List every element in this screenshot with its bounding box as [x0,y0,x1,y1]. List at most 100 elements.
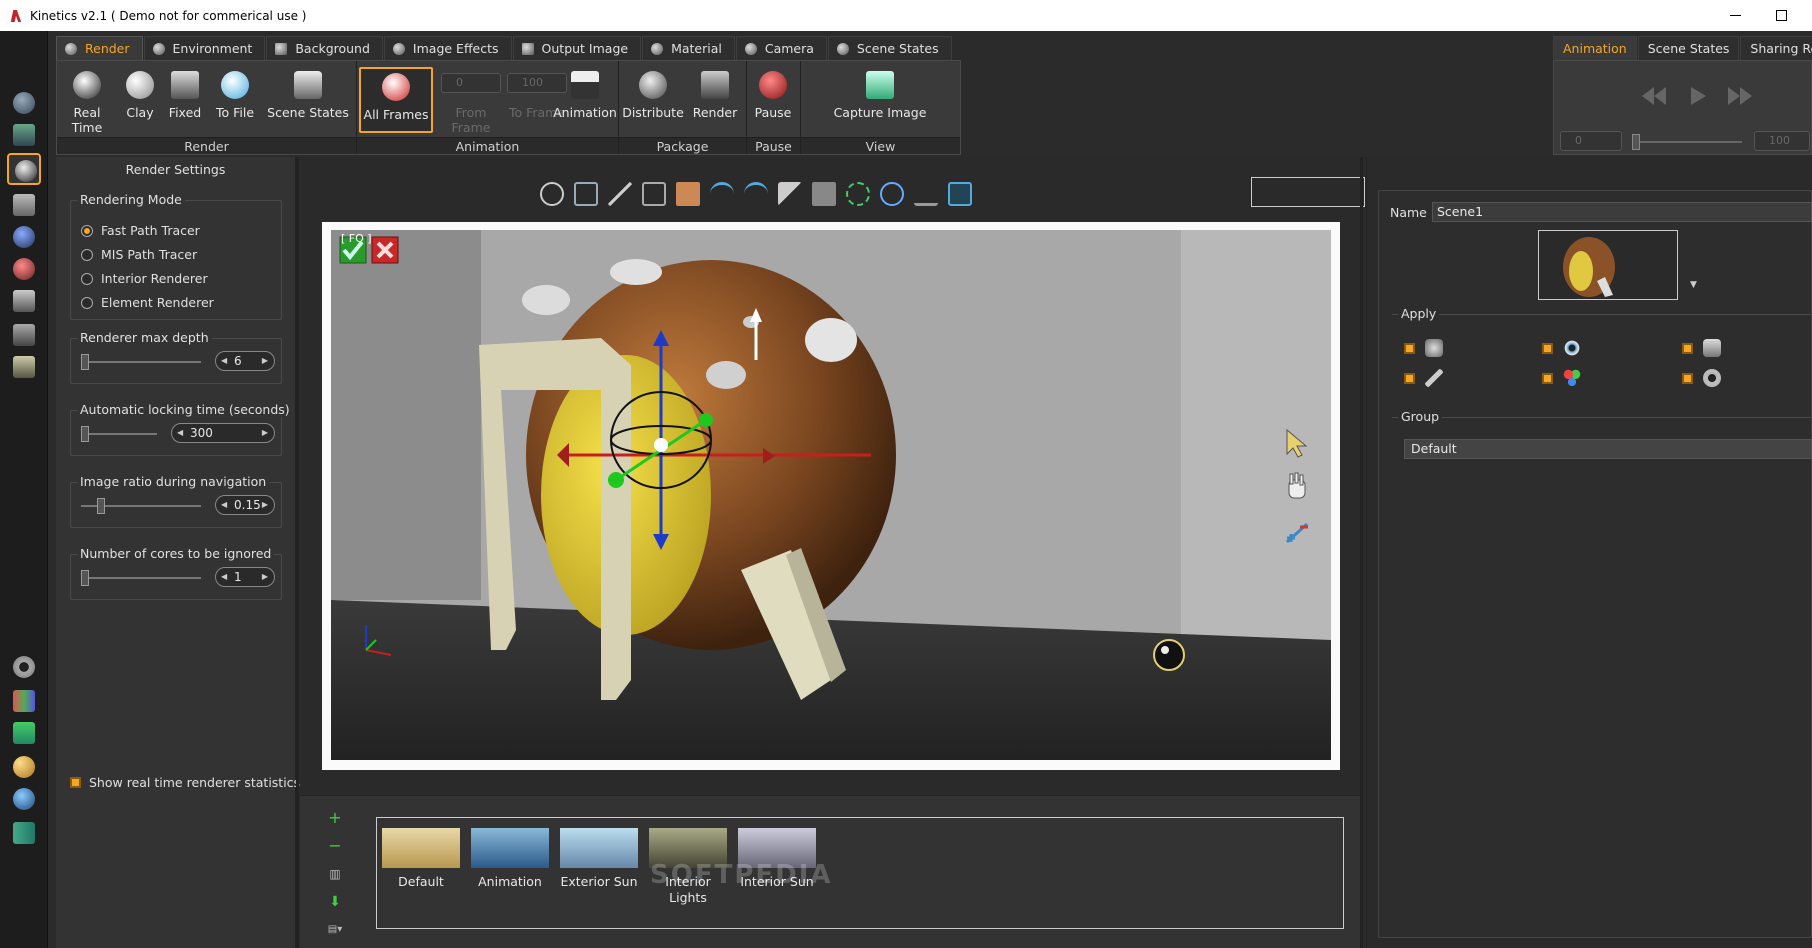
tab-output-image[interactable]: Output Image [512,36,642,60]
preset-menu-icon[interactable]: ▤▾ [325,920,345,940]
maximize-button[interactable] [1758,0,1804,31]
settings-tool-button[interactable] [7,651,41,683]
timeline-slider-thumb[interactable] [1632,134,1640,150]
pick-tool-icon[interactable] [608,182,632,206]
license-tool-button[interactable] [7,751,41,783]
tab-environment[interactable]: Environment [143,36,266,60]
image-ratio-spinbox[interactable]: ◀ 0.15 ▶ [215,495,275,515]
apply-material-toggle[interactable] [1542,369,1581,387]
show-stats-checkbox[interactable]: Show real time renderer statistics [70,775,300,790]
scene-tool-button[interactable] [7,119,41,151]
select-arrow-icon[interactable] [778,182,802,206]
radio-interior-renderer[interactable]: Interior Renderer [81,271,208,286]
select-pointer-icon[interactable] [1283,428,1311,458]
tab-render[interactable]: Render [56,36,143,60]
transfer-tool-button[interactable] [7,717,41,749]
to-file-button[interactable]: To File [209,67,261,133]
decrement-arrow-icon[interactable]: ◀ [221,352,227,370]
download-preset-icon[interactable]: ⬇ [325,892,345,912]
preset-exterior-sun[interactable]: Exterior Sun [559,828,639,890]
environment-tool-button[interactable] [7,221,41,253]
clay-button[interactable]: Clay [119,67,161,133]
book-tool-button[interactable] [7,817,41,849]
view-tool-icon[interactable] [812,182,836,206]
ground-plane-icon[interactable] [914,182,938,206]
render-button[interactable]: Render [687,67,743,133]
copy-tool-icon[interactable] [642,182,666,206]
script-tool-button[interactable] [7,319,41,351]
apply-environment-toggle[interactable] [1404,339,1443,357]
left-splitter[interactable] [296,157,299,948]
tab-background[interactable]: Background [266,36,383,60]
pause-button[interactable]: Pause [749,67,797,133]
material-tool-button[interactable] [7,253,41,285]
cores-ignored-slider-thumb[interactable] [81,570,89,586]
lights-tool-button[interactable] [7,285,41,317]
distribute-button[interactable]: Distribute [621,67,685,133]
export-view-icon[interactable] [948,182,972,206]
tab-camera[interactable]: Camera [735,36,827,60]
apply-camera-toggle[interactable] [1682,339,1721,357]
real-time-button[interactable]: Real Time [59,67,115,135]
preset-default[interactable]: Default [381,828,461,890]
fixed-button[interactable]: Fixed [163,67,207,133]
right-splitter[interactable] [1360,157,1363,948]
zoom-region-icon[interactable] [574,182,598,206]
play-button[interactable] [1682,83,1714,109]
decrement-arrow-icon[interactable]: ◀ [221,496,227,514]
orbit-tool-icon[interactable] [540,182,564,206]
tab-sharing-resources[interactable]: Sharing Reso [1740,36,1812,60]
locking-time-slider[interactable] [81,426,157,442]
image-ratio-slider-thumb[interactable] [97,498,105,514]
fast-forward-button[interactable] [1724,83,1756,109]
add-preset-icon[interactable]: + [325,808,345,828]
undo-icon[interactable] [710,182,734,206]
image-ratio-slider[interactable] [81,498,201,514]
minimize-button[interactable] [1712,0,1758,31]
apply-model-toggle[interactable] [1404,369,1443,387]
thumbnail-dropdown-icon[interactable]: ▼ [1690,280,1697,290]
help-tool-button[interactable] [7,783,41,815]
apply-visibility-toggle[interactable] [1542,339,1581,357]
increment-arrow-icon[interactable]: ▶ [262,568,268,586]
gallery-tool-button[interactable] [7,685,41,717]
zoom-icon[interactable] [880,182,904,206]
cores-ignored-spinbox[interactable]: ◀ 1 ▶ [215,567,275,587]
tab-material[interactable]: Material [642,36,735,60]
preset-animation[interactable]: Animation [470,828,550,890]
render-tool-button[interactable] [7,153,41,185]
library-tool-button[interactable] [7,189,41,221]
3d-viewport[interactable]: [ FO ] [331,230,1331,760]
tab-animation[interactable]: Animation [1553,36,1637,60]
radio-mis-path-tracer[interactable]: MIS Path Tracer [81,247,197,262]
max-depth-slider[interactable] [81,354,201,370]
increment-arrow-icon[interactable]: ▶ [262,352,268,370]
timeline-slider[interactable] [1632,134,1742,150]
rewind-button[interactable] [1638,83,1670,109]
max-depth-spinbox[interactable]: ◀ 6 ▶ [215,351,275,371]
camera-preview-thumb[interactable] [1251,177,1365,207]
increment-arrow-icon[interactable]: ▶ [262,496,268,514]
animation-button[interactable]: Animation [553,67,617,133]
radio-fast-path-tracer[interactable]: Fast Path Tracer [81,223,200,238]
radio-element-renderer[interactable]: Element Renderer [81,295,214,310]
decrement-arrow-icon[interactable]: ◀ [177,424,183,442]
tab-right-scene-states[interactable]: Scene States [1637,36,1740,60]
locking-time-slider-thumb[interactable] [81,426,89,442]
import-tool-button[interactable] [7,87,41,119]
increment-arrow-icon[interactable]: ▶ [262,424,268,442]
locking-time-spinbox[interactable]: ◀ 300 ▶ [171,423,275,443]
frame-selection-icon[interactable] [846,182,870,206]
scene-thumbnail[interactable] [1538,230,1678,300]
cores-ignored-slider[interactable] [81,570,201,586]
tab-scene-states[interactable]: Scene States [827,36,952,60]
all-frames-button[interactable]: All Frames [359,67,433,133]
capture-image-button[interactable]: Capture Image [809,67,951,133]
output-tool-button[interactable] [7,351,41,383]
decrement-arrow-icon[interactable]: ◀ [221,568,227,586]
scene-name-input[interactable]: Scene1 [1432,202,1812,222]
pan-hand-icon[interactable] [1283,472,1311,502]
library-preset-icon[interactable]: ▥ [325,864,345,884]
max-depth-slider-thumb[interactable] [81,354,89,370]
tab-image-effects[interactable]: Image Effects [383,36,512,60]
